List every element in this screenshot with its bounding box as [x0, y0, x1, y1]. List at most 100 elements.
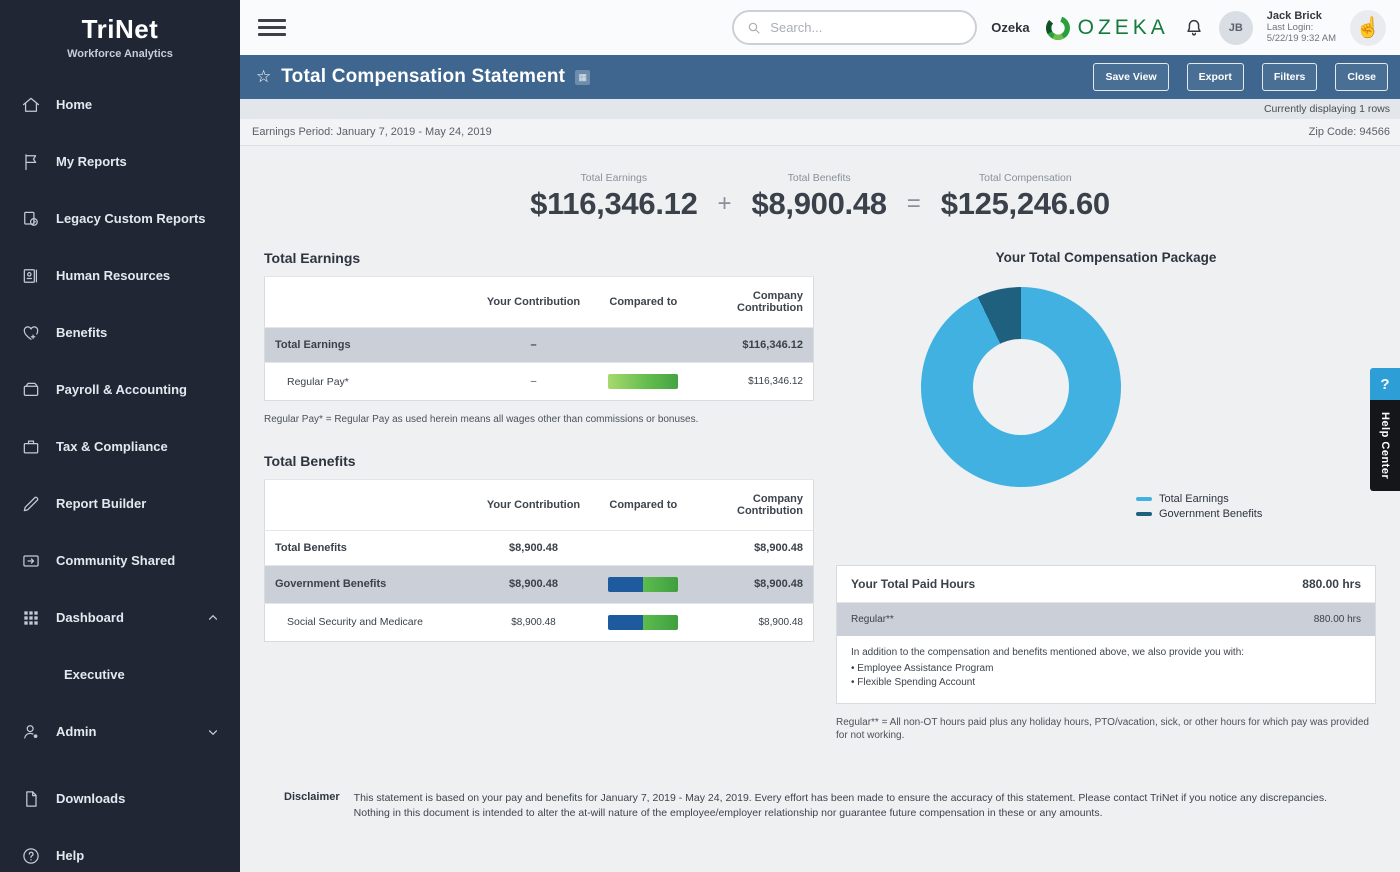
earnings-table-heading: Total Earnings: [264, 250, 814, 266]
search-box[interactable]: [732, 10, 977, 45]
summary-label: Total Earnings: [530, 172, 697, 184]
hamburger-menu-icon[interactable]: [258, 15, 286, 40]
disclaimer-section: Disclaimer This statement is based on yo…: [264, 791, 1376, 821]
disclaimer-label: Disclaimer: [284, 791, 340, 821]
summary-value: $116,346.12: [530, 186, 697, 222]
download-icon: [21, 789, 41, 809]
table-row[interactable]: Regular Pay* – $116,346.12: [265, 363, 814, 401]
user-info: Jack Brick Last Login: 5/22/19 9:32 AM: [1267, 10, 1336, 44]
filters-button[interactable]: Filters: [1262, 63, 1318, 91]
close-button[interactable]: Close: [1335, 63, 1388, 91]
table-row[interactable]: Government Benefits $8,900.48 $8,900.48: [265, 565, 814, 603]
main-area: Ozeka OZEKA JB Jack Brick Last Login: 5/…: [240, 0, 1400, 872]
company-contribution-value: $8,900.48: [693, 603, 814, 641]
comparison-bar: [608, 374, 678, 389]
row-count-text: Currently displaying 1 rows: [1264, 103, 1390, 115]
summary-label: Total Compensation: [941, 172, 1110, 184]
folder-share-icon: [21, 551, 41, 571]
sidebar-item-dashboard[interactable]: Dashboard: [0, 589, 240, 646]
total-earnings-table: Your Contribution Compared to Company Co…: [264, 276, 814, 401]
help-question-icon[interactable]: ?: [1370, 368, 1400, 400]
table-header-row: Your Contribution Compared to Company Co…: [265, 277, 814, 328]
user-avatar[interactable]: JB: [1219, 11, 1253, 45]
header-your-contribution: Your Contribution: [473, 277, 594, 328]
donut-hole: [973, 339, 1069, 435]
heart-icon: [21, 323, 41, 343]
ozeka-mark-icon: [1044, 14, 1072, 42]
legend-swatch: [1136, 512, 1152, 516]
search-input[interactable]: [770, 20, 940, 35]
sidebar-item-label: My Reports: [56, 154, 127, 169]
total-benefits-table: Your Contribution Compared to Company Co…: [264, 479, 814, 642]
sidebar-item-report-builder[interactable]: Report Builder: [0, 475, 240, 532]
sidebar-item-home[interactable]: Home: [0, 76, 240, 133]
sidebar-item-admin[interactable]: Admin: [0, 703, 240, 760]
legacy-reports-icon: [21, 209, 41, 229]
chart-legend: Total Earnings Government Benefits: [1136, 493, 1262, 523]
note-item: Flexible Spending Account: [851, 676, 1361, 691]
row-count-strip: Currently displaying 1 rows: [240, 99, 1400, 119]
save-view-button[interactable]: Save View: [1093, 63, 1168, 91]
compared-cell: [594, 328, 693, 363]
benefits-table-heading: Total Benefits: [264, 453, 814, 469]
favorite-star-icon[interactable]: ☆: [256, 67, 271, 87]
sidebar-item-label: Human Resources: [56, 268, 170, 283]
header-compared-to: Compared to: [594, 479, 693, 530]
compared-cell: [594, 565, 693, 603]
table-row[interactable]: Social Security and Medicare $8,900.48 $…: [265, 603, 814, 641]
donut-chart[interactable]: [921, 287, 1121, 487]
table-row[interactable]: Total Benefits $8,900.48 $8,900.48: [265, 530, 814, 565]
chevron-up-icon: [206, 611, 220, 625]
legend-label: Government Benefits: [1159, 508, 1262, 520]
paid-hours-regular-row[interactable]: Regular** 880.00 hrs: [837, 603, 1375, 636]
report-info-icon[interactable]: ▦: [575, 70, 590, 85]
sidebar-item-human-resources[interactable]: Human Resources: [0, 247, 240, 304]
sidebar-item-benefits[interactable]: Benefits: [0, 304, 240, 361]
wallet-icon: [21, 380, 41, 400]
summary-total-benefits: Total Benefits $8,900.48: [752, 172, 887, 222]
table-row[interactable]: Total Earnings – $116,346.12: [265, 328, 814, 363]
company-contribution-value: $8,900.48: [693, 530, 814, 565]
sidebar-item-help[interactable]: Help: [0, 827, 240, 872]
paid-hours-total: 880.00 hrs: [1302, 577, 1361, 591]
sidebar-item-community-shared[interactable]: Community Shared: [0, 532, 240, 589]
donut-chart-area: Total Earnings Government Benefits: [836, 265, 1376, 565]
person-icon: [21, 722, 41, 742]
help-center-label[interactable]: Help Center: [1370, 400, 1400, 491]
last-login-time: 5/22/19 9:32 AM: [1267, 34, 1336, 45]
earnings-period-text: Earnings Period: January 7, 2019 - May 2…: [252, 126, 492, 138]
brand-subtitle: Workforce Analytics: [10, 48, 230, 60]
compared-cell: [594, 530, 693, 565]
touch-pointer-icon[interactable]: ☝: [1350, 10, 1386, 46]
sidebar-item-payroll-accounting[interactable]: Payroll & Accounting: [0, 361, 240, 418]
legend-item-government-benefits: Government Benefits: [1136, 508, 1262, 520]
equals-sign: =: [907, 190, 921, 218]
brand-logo[interactable]: TriNet➤ Workforce Analytics: [0, 0, 240, 66]
sidebar-item-my-reports[interactable]: My Reports: [0, 133, 240, 190]
summary-total-compensation: Total Compensation $125,246.60: [941, 172, 1110, 222]
notifications-bell-icon[interactable]: [1183, 16, 1205, 40]
compared-cell: [594, 603, 693, 641]
header-company-contribution: Company Contribution: [693, 479, 814, 530]
tables-column: Total Earnings Your Contribution Compare…: [264, 250, 814, 743]
row-label: Regular Pay*: [265, 363, 474, 401]
regular-hours-footnote: Regular** = All non-OT hours paid plus a…: [836, 716, 1376, 743]
summary-value: $125,246.60: [941, 186, 1110, 222]
sidebar-item-legacy-custom-reports[interactable]: Legacy Custom Reports: [0, 190, 240, 247]
your-contribution-value: $8,900.48: [473, 565, 594, 603]
paid-hours-header-row[interactable]: Your Total Paid Hours 880.00 hrs: [837, 566, 1375, 603]
your-contribution-value: –: [473, 363, 594, 401]
statement-content: Total Earnings $116,346.12 + Total Benef…: [240, 146, 1400, 872]
sidebar-item-label: Dashboard: [56, 610, 124, 625]
export-button[interactable]: Export: [1187, 63, 1244, 91]
header-blank: [265, 277, 474, 328]
row-label: Total Benefits: [265, 530, 474, 565]
sidebar-item-label: Community Shared: [56, 553, 175, 568]
sidebar-item-executive[interactable]: Executive: [0, 646, 240, 703]
row-label: Social Security and Medicare: [265, 603, 474, 641]
sidebar-item-downloads[interactable]: Downloads: [0, 770, 240, 827]
home-icon: [21, 95, 41, 115]
sidebar-item-tax-compliance[interactable]: Tax & Compliance: [0, 418, 240, 475]
ozeka-logo[interactable]: OZEKA: [1044, 14, 1169, 42]
your-contribution-value: –: [473, 328, 594, 363]
